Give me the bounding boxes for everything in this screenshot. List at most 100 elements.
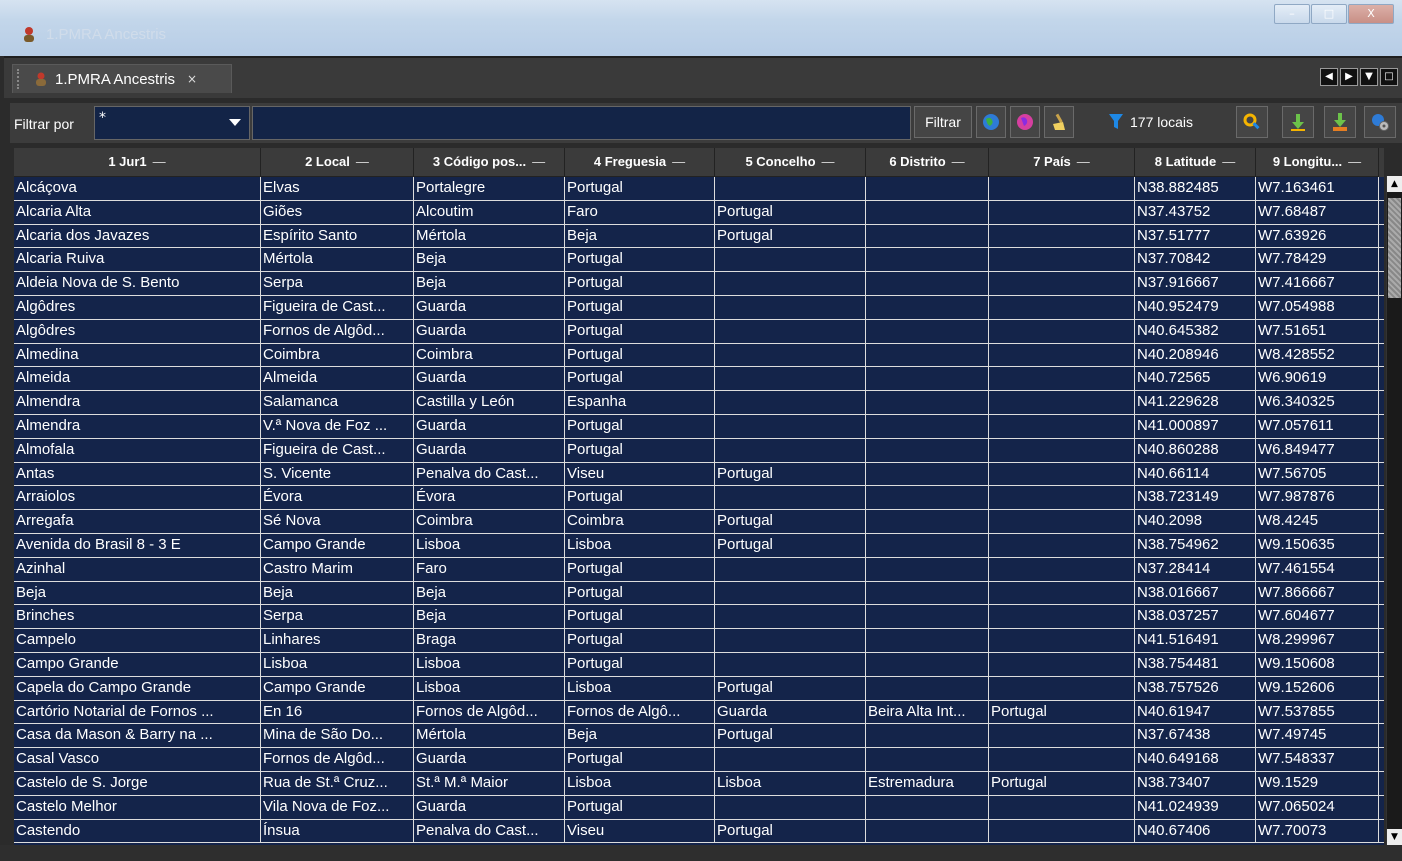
table-row[interactable]: Cartório Notarial de Fornos ... En 16 Forn… <box>14 700 1384 725</box>
table-cell[interactable]: N40.208946 <box>1135 343 1256 367</box>
table-row[interactable]: Alcaria Alta Giões Alcoutim Faro Portugal N37… <box>14 200 1384 225</box>
table-cell[interactable]: Viseu <box>565 462 715 486</box>
column-header-5[interactable]: 5 Concelho — <box>715 148 866 177</box>
table-cell[interactable] <box>989 486 1135 510</box>
table-cell[interactable]: Salamanca <box>261 391 414 414</box>
table-cell[interactable] <box>866 200 989 224</box>
sort-icon[interactable]: — <box>356 148 369 175</box>
table-cell[interactable]: W7.416667 <box>1256 272 1379 295</box>
table-cell[interactable]: Guarda <box>414 319 565 343</box>
table-cell[interactable]: N41.229628 <box>1135 391 1256 414</box>
table-cell[interactable]: Coimbra <box>414 510 565 533</box>
table-row[interactable]: Castelo Melhor Vila Nova de Foz... Guarda P… <box>14 795 1384 820</box>
table-cell[interactable]: Aldeia Nova de S. Bento <box>14 272 261 295</box>
table-cell[interactable]: N38.73407 <box>1135 771 1256 795</box>
table-cell[interactable]: Alcaria Ruiva <box>14 248 261 272</box>
table-cell[interactable]: Évora <box>414 486 565 510</box>
table-cell[interactable]: Campo Grande <box>261 533 414 557</box>
sort-icon[interactable]: — <box>1222 148 1235 175</box>
minimize-button[interactable]: – <box>1274 4 1310 24</box>
table-cell[interactable]: Viseu <box>565 819 715 843</box>
table-cell[interactable]: N38.754481 <box>1135 652 1256 676</box>
table-row[interactable]: Capela do Campo Grande Campo Grande Lisboa… <box>14 676 1384 701</box>
table-cell[interactable]: Castelo de S. Jorge <box>14 771 261 795</box>
table-cell[interactable]: Campo Grande <box>14 652 261 676</box>
table-cell[interactable]: Faro <box>414 557 565 581</box>
table-cell[interactable] <box>715 414 866 438</box>
table-cell[interactable] <box>866 462 989 486</box>
column-header-4[interactable]: 4 Freguesia — <box>565 148 715 177</box>
table-cell[interactable] <box>866 676 989 700</box>
maximize-button[interactable]: □ <box>1311 4 1347 24</box>
table-cell[interactable]: W6.340325 <box>1256 391 1379 414</box>
table-cell[interactable] <box>866 486 989 510</box>
table-cell[interactable]: Portugal <box>565 272 715 295</box>
table-cell[interactable]: Figueira de Cast... <box>261 438 414 462</box>
table-cell[interactable]: Portugal <box>565 343 715 367</box>
table-cell[interactable]: Portugal <box>565 486 715 510</box>
table-cell[interactable]: Penalva do Cast... <box>414 462 565 486</box>
table-cell[interactable]: Almedina <box>14 343 261 367</box>
table-cell[interactable]: Portugal <box>989 700 1135 724</box>
table-cell[interactable] <box>715 319 866 343</box>
tab-left-icon[interactable]: ◀ <box>1320 68 1338 86</box>
table-cell[interactable]: W9.152606 <box>1256 676 1379 700</box>
table-cell[interactable] <box>866 795 989 819</box>
table-cell[interactable] <box>866 391 989 414</box>
settings-button[interactable] <box>1364 106 1396 138</box>
table-cell[interactable]: W7.63926 <box>1256 224 1379 248</box>
table-cell[interactable] <box>989 367 1135 391</box>
table-cell[interactable]: Portugal <box>715 510 866 533</box>
table-cell[interactable]: En 16 <box>261 700 414 724</box>
filter-text-input[interactable] <box>252 106 911 140</box>
table-cell[interactable] <box>866 629 989 652</box>
table-cell[interactable]: Portugal <box>715 676 866 700</box>
table-cell[interactable]: Portugal <box>565 248 715 272</box>
table-cell[interactable]: Lisboa <box>414 652 565 676</box>
table-cell[interactable]: Beira Alta Int... <box>866 700 989 724</box>
table-cell[interactable]: Portugal <box>565 319 715 343</box>
table-cell[interactable] <box>989 272 1135 295</box>
table-cell[interactable] <box>866 224 989 248</box>
tab-pmra-ancestris[interactable]: 1.PMRA Ancestris × <box>12 64 232 93</box>
table-cell[interactable] <box>989 200 1135 224</box>
table-cell[interactable]: Figueira de Cast... <box>261 295 414 319</box>
table-cell[interactable]: Portugal <box>565 295 715 319</box>
table-cell[interactable]: Portugal <box>715 200 866 224</box>
table-cell[interactable]: Almofala <box>14 438 261 462</box>
table-row[interactable]: Arregafa Sé Nova Coimbra Coimbra Portugal N40… <box>14 510 1384 534</box>
table-cell[interactable]: W8.428552 <box>1256 343 1379 367</box>
download-button[interactable] <box>1282 106 1314 138</box>
table-cell[interactable]: N41.000897 <box>1135 414 1256 438</box>
table-cell[interactable]: N41.516491 <box>1135 629 1256 652</box>
table-cell[interactable]: N40.2098 <box>1135 510 1256 533</box>
sort-icon[interactable]: — <box>532 148 545 175</box>
table-cell[interactable] <box>989 391 1135 414</box>
table-cell[interactable] <box>715 438 866 462</box>
column-header-8[interactable]: 8 Latitude — <box>1135 148 1256 177</box>
table-cell[interactable]: Alcáçova <box>14 177 261 200</box>
table-cell[interactable]: N38.037257 <box>1135 605 1256 629</box>
table-cell[interactable]: Mértola <box>261 248 414 272</box>
maximize-tab-icon[interactable]: □ <box>1380 68 1398 86</box>
table-cell[interactable] <box>866 438 989 462</box>
table-cell[interactable]: Alcaria dos Javazes <box>14 224 261 248</box>
table-cell[interactable]: Coimbra <box>414 343 565 367</box>
table-cell[interactable]: W9.150608 <box>1256 652 1379 676</box>
table-row[interactable]: Alcáçova Elvas Portalegre Portugal N38.88248… <box>14 177 1384 201</box>
scroll-up-icon[interactable]: ▲ <box>1387 176 1402 192</box>
table-row[interactable]: Algôdres Fornos de Algôd... Guarda Portugal… <box>14 319 1384 344</box>
table-cell[interactable]: Mértola <box>414 724 565 748</box>
table-cell[interactable]: N40.649168 <box>1135 748 1256 771</box>
table-cell[interactable]: Lisboa <box>414 676 565 700</box>
table-cell[interactable]: W7.461554 <box>1256 557 1379 581</box>
table-cell[interactable] <box>715 795 866 819</box>
table-cell[interactable] <box>866 177 989 200</box>
table-cell[interactable]: W9.150635 <box>1256 533 1379 557</box>
table-row[interactable]: Alcaria dos Javazes Espírito Santo Mértola… <box>14 224 1384 249</box>
table-row[interactable]: Campo Grande Lisboa Lisboa Portugal N38.7544… <box>14 652 1384 677</box>
table-cell[interactable]: N38.757526 <box>1135 676 1256 700</box>
table-cell[interactable]: Almeida <box>261 367 414 391</box>
column-header-7[interactable]: 7 País — <box>989 148 1135 177</box>
sort-icon[interactable]: — <box>1077 148 1090 175</box>
